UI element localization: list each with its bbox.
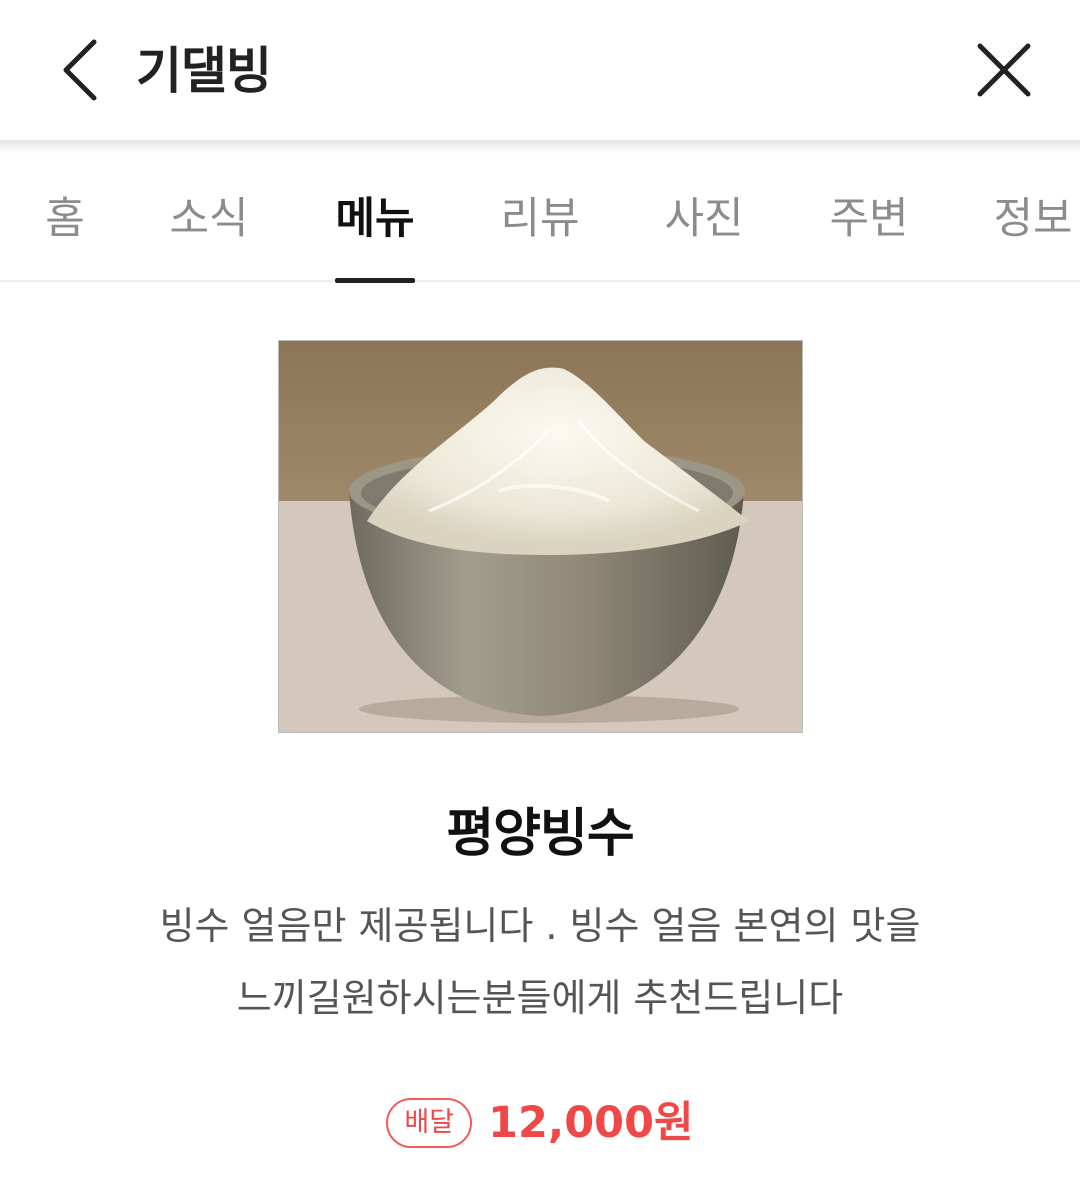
menu-name: 평양빙수 [446,804,634,864]
price: 12,000원 [488,1098,694,1148]
tab-news[interactable]: 소식 [169,184,248,254]
menu-description: 빙수 얼음만 제공됩니다 . 빙수 얼음 본연의 맛을 느끼길원하시는분들에게 … [90,890,990,1034]
tab-bar: 홈 소식 메뉴 리뷰 사진 주변 정보 [0,154,1080,283]
tab-photos[interactable]: 사진 [664,184,743,254]
store-title: 기댈빙 [136,42,272,100]
menu-description-line-2: 느끼길원하시는분들에게 추천드립니다 [236,976,844,1020]
header: 기댈빙 [0,0,1080,140]
tab-home[interactable]: 홈 [45,184,85,254]
menu-detail-page: 기댈빙 홈 소식 메뉴 리뷰 사진 주변 정보 평양빙수 빙수 얼음만 제공됩니… [0,0,1080,1203]
delivery-badge: 배달 [386,1098,473,1148]
tab-nearby[interactable]: 주변 [829,184,908,254]
tab-info[interactable]: 정보 [993,184,1072,254]
menu-photo[interactable] [278,340,803,733]
menu-description-line-1: 빙수 얼음만 제공됩니다 . 빙수 얼음 본연의 맛을 [159,904,921,948]
close-button[interactable] [964,30,1044,110]
tab-reviews[interactable]: 리뷰 [500,184,579,254]
price-row: 배달 12,000원 [0,1088,1080,1158]
active-tab-indicator [335,278,415,283]
back-chevron-icon [63,39,97,101]
back-button[interactable] [40,30,120,110]
tab-menu[interactable]: 메뉴 [335,184,414,254]
close-icon [977,43,1031,97]
header-divider [0,140,1080,154]
